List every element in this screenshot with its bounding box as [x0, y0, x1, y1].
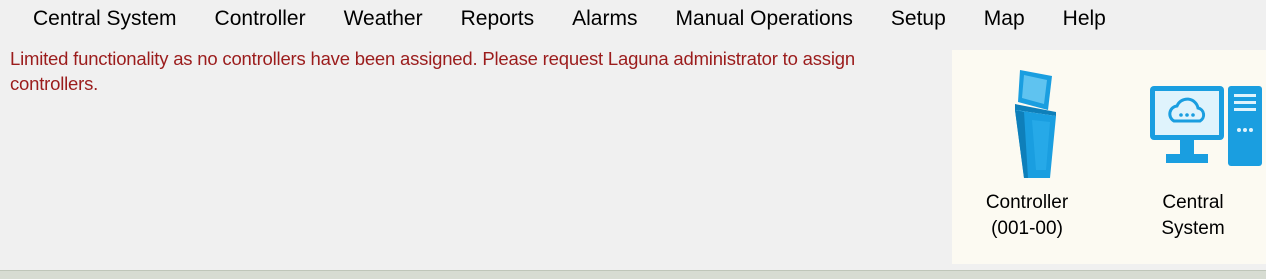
menu-map[interactable]: Map: [965, 0, 1044, 38]
central-system-computer-icon: [1150, 86, 1262, 166]
menu-help[interactable]: Help: [1044, 0, 1125, 38]
menu-setup[interactable]: Setup: [872, 0, 965, 38]
controller-tile[interactable]: Controller (001-00): [952, 50, 1102, 264]
menu-weather[interactable]: Weather: [325, 0, 442, 38]
menu-central-system[interactable]: Central System: [0, 0, 196, 38]
menu-reports[interactable]: Reports: [442, 0, 554, 38]
menu-manual-operations[interactable]: Manual Operations: [656, 0, 871, 38]
controller-tile-label: Controller (001-00): [985, 192, 1069, 239]
central-system-tile-label: Central System: [1161, 192, 1225, 239]
shortcut-panel: Controller (001-00) Central System: [952, 50, 1266, 264]
central-system-tile[interactable]: Central System: [1118, 50, 1266, 264]
menu-controller[interactable]: Controller: [196, 0, 325, 38]
menu-alarms[interactable]: Alarms: [553, 0, 656, 38]
limited-functionality-notice: Limited functionality as no controllers …: [10, 48, 855, 94]
menu-bar: Central System Controller Weather Report…: [0, 0, 1266, 38]
controller-cabinet-icon: [1015, 70, 1056, 178]
